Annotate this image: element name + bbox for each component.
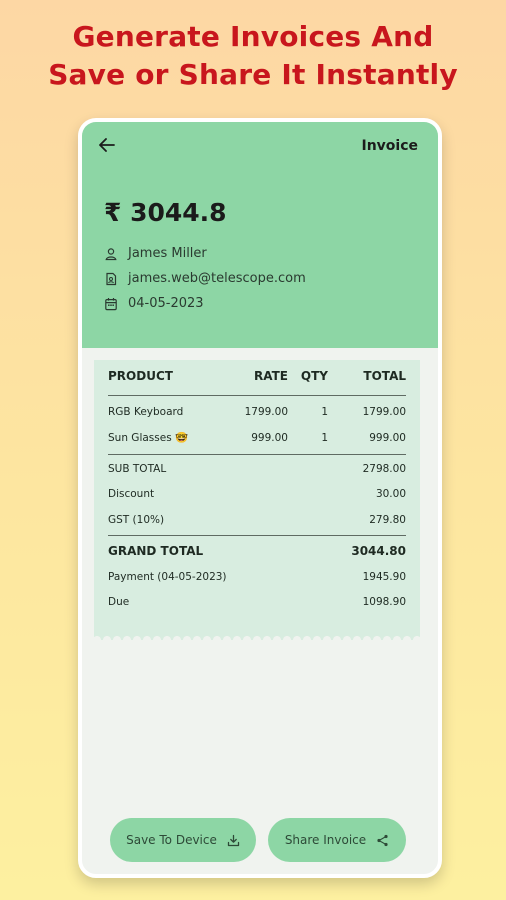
item-qty: 1 (321, 406, 328, 418)
customer-email: james.web@telescope.com (128, 271, 306, 286)
share-icon (376, 834, 389, 847)
promo-headline: Generate Invoices And Save or Share It I… (0, 18, 506, 94)
item-rate: 1799.00 (244, 406, 288, 418)
arrow-left-icon (99, 137, 115, 157)
invoice-receipt: PRODUCT RATE QTY TOTAL RGB Keyboard 1799… (94, 360, 420, 640)
download-icon (227, 834, 240, 847)
divider (108, 535, 406, 536)
customer-name-row: James Miller (104, 246, 207, 261)
invoice-header: Invoice ₹ 3044.8 James Miller james.web@… (82, 122, 438, 348)
header-product: PRODUCT (108, 369, 173, 383)
gst-label: GST (10%) (108, 514, 165, 526)
due-label: Due (108, 596, 130, 608)
headline-line-2: Save or Share It Instantly (48, 58, 458, 91)
invoice-amount: ₹ 3044.8 (104, 198, 227, 227)
subtotal-label: SUB TOTAL (108, 463, 167, 475)
item-total: 1799.00 (362, 406, 406, 418)
discount-value: 30.00 (375, 488, 406, 500)
item-product: Sun Glasses 🤓 (108, 432, 189, 444)
divider (108, 395, 406, 396)
discount-row: Discount 30.00 (108, 488, 406, 500)
payment-row: Payment (04-05-2023) 1945.90 (108, 571, 406, 583)
invoice-date-row: 04-05-2023 (104, 296, 204, 311)
contact-card-icon (104, 272, 118, 286)
subtotal-value: 2798.00 (362, 463, 406, 475)
calendar-icon (104, 297, 118, 311)
grand-total-row: GRAND TOTAL 3044.80 (108, 544, 406, 558)
table-header: PRODUCT RATE QTY TOTAL (108, 369, 406, 383)
headline-line-1: Generate Invoices And (72, 20, 434, 53)
discount-label: Discount (108, 488, 155, 500)
gst-value: 279.80 (369, 514, 406, 526)
save-button-label: Save To Device (126, 833, 217, 847)
item-total: 999.00 (369, 431, 406, 444)
item-qty: 1 (321, 431, 328, 444)
grand-total-value: 3044.80 (351, 544, 406, 558)
item-rate: 999.00 (251, 431, 288, 444)
share-button-label: Share Invoice (284, 833, 367, 847)
phone-frame: Invoice ₹ 3044.8 James Miller james.web@… (78, 118, 442, 878)
page-title: Invoice (361, 138, 418, 154)
customer-name: James Miller (128, 246, 207, 261)
table-row: Sun Glasses 🤓 999.00 1 999.00 (108, 431, 406, 445)
header-total: TOTAL (363, 369, 406, 383)
invoice-date: 04-05-2023 (128, 296, 204, 311)
header-rate: RATE (254, 369, 288, 383)
back-button[interactable] (96, 136, 118, 158)
due-value: 1098.90 (362, 596, 406, 608)
person-icon (104, 247, 118, 261)
payment-label: Payment (04-05-2023) (108, 571, 227, 583)
customer-email-row: james.web@telescope.com (104, 271, 306, 286)
share-invoice-button[interactable]: Share Invoice (268, 818, 406, 862)
grand-total-label: GRAND TOTAL (108, 544, 204, 558)
item-product: RGB Keyboard (108, 406, 184, 418)
header-qty: QTY (300, 369, 328, 383)
divider (108, 454, 406, 455)
due-row: Due 1098.90 (108, 596, 406, 608)
payment-value: 1945.90 (362, 571, 406, 583)
gst-row: GST (10%) 279.80 (108, 514, 406, 526)
table-row: RGB Keyboard 1799.00 1 1799.00 (108, 406, 406, 418)
save-to-device-button[interactable]: Save To Device (110, 818, 256, 862)
subtotal-row: SUB TOTAL 2798.00 (108, 463, 406, 475)
